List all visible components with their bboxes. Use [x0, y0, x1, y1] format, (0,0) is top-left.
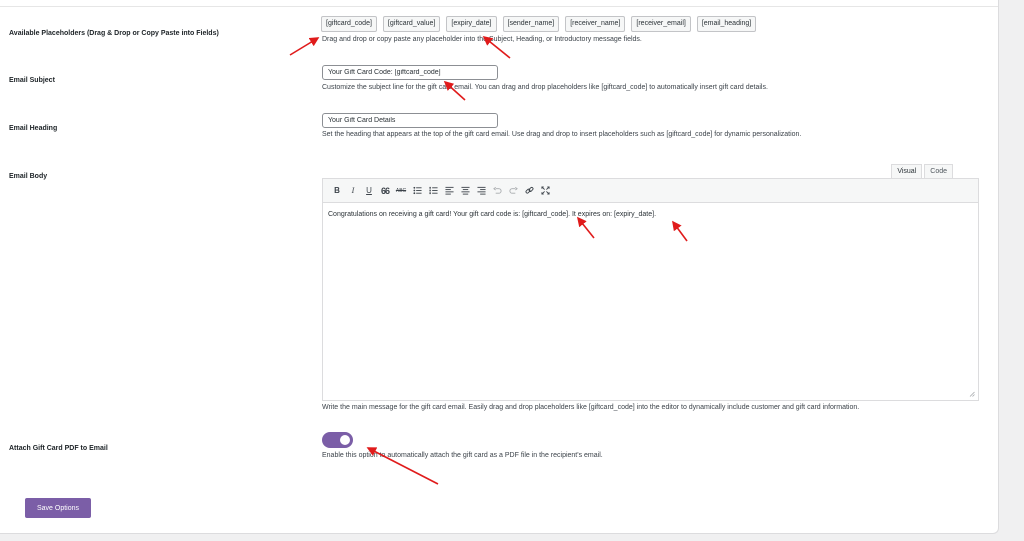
link-button[interactable]: [521, 183, 537, 199]
attach-pdf-label: Attach Gift Card PDF to Email: [9, 445, 108, 452]
save-options-button[interactable]: Save Options: [25, 498, 91, 518]
email-body-editor: B I U 66 ABC Congratulations on receivin…: [322, 178, 979, 401]
divider: [0, 6, 998, 7]
align-left-button[interactable]: [441, 183, 457, 199]
bold-button[interactable]: B: [329, 183, 345, 199]
tab-code[interactable]: Code: [924, 164, 953, 179]
underline-button[interactable]: U: [361, 183, 377, 199]
undo-button[interactable]: [489, 183, 505, 199]
redo-icon: [508, 186, 518, 194]
toggle-knob: [340, 435, 350, 445]
email-heading-description: Set the heading that appears at the top …: [322, 131, 802, 138]
email-body-content[interactable]: Congratulations on receiving a gift card…: [323, 203, 978, 226]
bullet-list-button[interactable]: [409, 183, 425, 199]
align-left-icon: [444, 186, 454, 195]
placeholder-chip-expiry-date[interactable]: [expiry_date]: [446, 16, 497, 32]
tab-visual[interactable]: Visual: [891, 164, 923, 179]
email-heading-label: Email Heading: [9, 125, 58, 132]
strikethrough-button[interactable]: ABC: [393, 183, 409, 199]
fullscreen-button[interactable]: [537, 183, 553, 199]
email-body-label: Email Body: [9, 173, 48, 180]
bullet-list-icon: [412, 186, 422, 195]
italic-button[interactable]: I: [345, 183, 361, 199]
undo-icon: [492, 186, 502, 194]
email-subject-input[interactable]: [322, 65, 498, 80]
link-icon: [525, 186, 533, 194]
placeholder-chip-email-heading[interactable]: [email_heading]: [696, 16, 757, 32]
email-heading-input[interactable]: [322, 113, 498, 128]
placeholders-label: Available Placeholders (Drag & Drop or C…: [9, 30, 219, 37]
numbered-list-button[interactable]: [425, 183, 441, 199]
numbered-list-icon: [428, 186, 438, 195]
resize-handle-icon[interactable]: [969, 391, 975, 397]
placeholder-chip-sender-name[interactable]: [sender_name]: [502, 16, 560, 32]
redo-button[interactable]: [505, 183, 521, 199]
blockquote-button[interactable]: 66: [377, 183, 393, 199]
attach-pdf-toggle[interactable]: [322, 432, 353, 448]
placeholder-chip-receiver-name[interactable]: [receiver_name]: [565, 16, 626, 32]
fullscreen-icon: [540, 186, 550, 195]
placeholder-chip-receiver-email[interactable]: [receiver_email]: [631, 16, 691, 32]
attach-pdf-description: Enable this option to automatically atta…: [322, 452, 603, 459]
align-right-button[interactable]: [473, 183, 489, 199]
email-subject-description: Customize the subject line for the gift …: [322, 84, 768, 91]
placeholder-chips: [giftcard_code] [giftcard_value] [expiry…: [321, 16, 757, 32]
settings-panel: Available Placeholders (Drag & Drop or C…: [0, 0, 999, 534]
email-subject-label: Email Subject: [9, 77, 55, 84]
align-right-icon: [476, 186, 486, 195]
placeholder-chip-giftcard-value[interactable]: [giftcard_value]: [382, 16, 441, 32]
editor-tabs: Visual Code: [891, 164, 953, 179]
placeholders-description: Drag and drop or copy paste any placehol…: [322, 36, 642, 43]
placeholder-chip-giftcard-code[interactable]: [giftcard_code]: [321, 16, 377, 32]
editor-toolbar: B I U 66 ABC: [323, 179, 978, 203]
align-center-button[interactable]: [457, 183, 473, 199]
align-center-icon: [460, 186, 470, 195]
email-body-description: Write the main message for the gift card…: [322, 404, 860, 411]
